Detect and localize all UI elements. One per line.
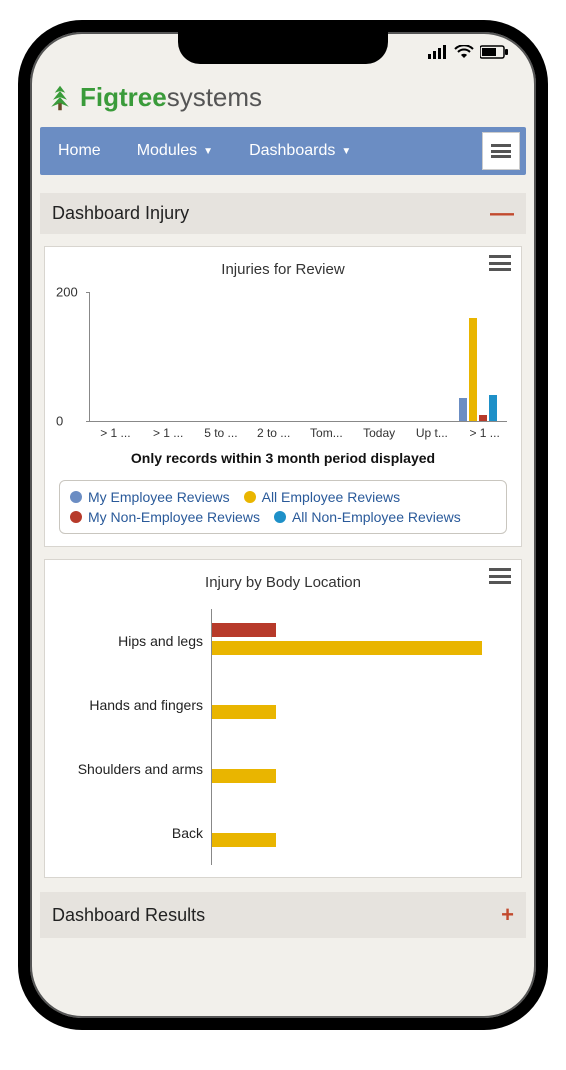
hbar-label: Back bbox=[61, 825, 211, 841]
bar-all-emp bbox=[469, 318, 477, 421]
menu-button[interactable] bbox=[482, 132, 520, 170]
hbar-label: Hips and legs bbox=[61, 633, 211, 649]
nav-home[interactable]: Home bbox=[40, 127, 119, 175]
hbar-row: Hips and legs bbox=[61, 609, 505, 673]
bar-all-nonemp bbox=[489, 395, 497, 421]
chart-menu-button[interactable] bbox=[489, 255, 511, 271]
chart-menu-button[interactable] bbox=[489, 568, 511, 584]
legend-all-emp[interactable]: All Employee Reviews bbox=[244, 489, 401, 505]
battery-icon bbox=[480, 45, 508, 59]
legend-my-nonemp[interactable]: My Non-Employee Reviews bbox=[70, 509, 260, 525]
chart-injuries-for-review: Injuries for Review 200 0 bbox=[44, 246, 522, 547]
phone-frame: Figtreesystems Home Modules ▼ Dashboards ▼… bbox=[18, 20, 548, 1030]
chevron-down-icon: ▼ bbox=[203, 146, 213, 157]
dot-icon bbox=[244, 491, 256, 503]
nav-home-label: Home bbox=[58, 142, 101, 160]
section-results-header[interactable]: Dashboard Results + bbox=[40, 892, 526, 938]
phone-notch bbox=[178, 30, 388, 64]
hbar-row: Shoulders and arms bbox=[61, 737, 505, 801]
bar-my-nonemp bbox=[479, 415, 487, 421]
leaf-icon bbox=[46, 84, 74, 112]
legend-my-emp[interactable]: My Employee Reviews bbox=[70, 489, 230, 505]
dot-icon bbox=[70, 511, 82, 523]
x-tick: Tom... bbox=[300, 422, 353, 440]
y-tick-0: 0 bbox=[56, 414, 63, 429]
chart1-title: Injuries for Review bbox=[55, 257, 511, 286]
x-tick: Up t... bbox=[406, 422, 459, 440]
nav-modules-label: Modules bbox=[137, 142, 197, 160]
chart1-note: Only records within 3 month period displ… bbox=[55, 450, 511, 466]
brand-fig: Fig bbox=[80, 82, 119, 112]
x-tick: > 1 ... bbox=[89, 422, 142, 440]
x-tick: > 1 ... bbox=[458, 422, 511, 440]
bar-my-emp bbox=[459, 398, 467, 421]
chart2-plot: Hips and legs Hands and fingers Shoulder… bbox=[61, 609, 505, 865]
hamburger-icon bbox=[491, 144, 511, 158]
section-injury-header[interactable]: Dashboard Injury — bbox=[40, 193, 526, 234]
hbar-label: Shoulders and arms bbox=[61, 761, 211, 777]
chart1-bars bbox=[90, 292, 507, 421]
chevron-down-icon: ▼ bbox=[341, 146, 351, 157]
x-tick: 5 to ... bbox=[195, 422, 248, 440]
hbar-series-b bbox=[212, 641, 482, 655]
dot-icon bbox=[274, 511, 286, 523]
nav-dashboards[interactable]: Dashboards ▼ bbox=[231, 127, 369, 175]
app-root: Figtreesystems Home Modules ▼ Dashboards ▼… bbox=[30, 72, 536, 938]
expand-icon[interactable]: + bbox=[501, 902, 514, 928]
x-tick: Today bbox=[353, 422, 406, 440]
hbar-label: Hands and fingers bbox=[61, 697, 211, 713]
hbar-series-b bbox=[212, 769, 276, 783]
brand-logo: Figtreesystems bbox=[40, 72, 526, 127]
section-injury-title: Dashboard Injury bbox=[52, 203, 189, 224]
chart1-plot: 200 0 bbox=[89, 292, 507, 422]
x-tick: 2 to ... bbox=[247, 422, 300, 440]
chart2-title: Injury by Body Location bbox=[55, 570, 511, 599]
brand-tree: tree bbox=[119, 82, 167, 112]
signal-icon bbox=[428, 45, 448, 59]
hamburger-icon bbox=[489, 255, 511, 271]
hamburger-icon bbox=[489, 568, 511, 584]
nav-modules[interactable]: Modules ▼ bbox=[119, 127, 231, 175]
chart-injury-by-body-location: Injury by Body Location Hips and legs Ha… bbox=[44, 559, 522, 878]
section-results-title: Dashboard Results bbox=[52, 905, 205, 926]
collapse-icon[interactable]: — bbox=[490, 207, 514, 221]
y-tick-200: 200 bbox=[56, 285, 78, 300]
dot-icon bbox=[70, 491, 82, 503]
brand-text: Figtreesystems bbox=[80, 82, 262, 113]
hbar-series-b bbox=[212, 705, 276, 719]
hbar-series-b bbox=[212, 833, 276, 847]
navbar: Home Modules ▼ Dashboards ▼ bbox=[40, 127, 526, 175]
chart1-legend: My Employee Reviews All Employee Reviews… bbox=[59, 480, 507, 534]
hbar-row: Back bbox=[61, 801, 505, 865]
brand-systems: systems bbox=[167, 82, 262, 112]
x-tick: > 1 ... bbox=[142, 422, 195, 440]
hbar-series-a bbox=[212, 623, 276, 637]
chart1-x-axis: > 1 ... > 1 ... 5 to ... 2 to ... Tom...… bbox=[89, 422, 511, 440]
nav-dashboards-label: Dashboards bbox=[249, 142, 335, 160]
legend-all-nonemp[interactable]: All Non-Employee Reviews bbox=[274, 509, 461, 525]
hbar-row: Hands and fingers bbox=[61, 673, 505, 737]
wifi-icon bbox=[454, 45, 474, 59]
